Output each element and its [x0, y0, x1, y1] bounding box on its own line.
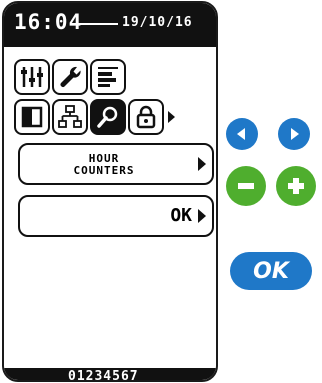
left-arrow-button[interactable]	[226, 118, 258, 150]
right-arrow-button[interactable]	[278, 118, 310, 150]
status-divider	[76, 23, 118, 25]
sliders-icon[interactable]	[14, 59, 50, 95]
lock-icon[interactable]	[128, 99, 164, 135]
search-icon[interactable]	[90, 99, 126, 135]
device-screen: 16:04 19/10/16 HOUR COUNTERS OK 01234567	[2, 1, 218, 382]
menu-item-ok[interactable]: OK	[18, 195, 214, 237]
panel-icon[interactable]	[14, 99, 50, 135]
plus-button[interactable]	[276, 166, 316, 206]
ok-button[interactable]: OK	[230, 252, 312, 290]
minus-button[interactable]	[226, 166, 266, 206]
chevron-right-icon	[198, 157, 206, 171]
network-icon[interactable]	[52, 99, 88, 135]
ok-label: OK	[170, 205, 192, 226]
menu-item-hour-counters[interactable]: HOUR COUNTERS	[18, 143, 214, 185]
serial-number: 01234567	[68, 369, 139, 382]
tasks-icon[interactable]	[90, 59, 126, 95]
footer-bar: 01234567	[4, 368, 216, 380]
next-arrow-icon	[168, 111, 175, 123]
time-display: 16:04	[14, 10, 83, 34]
menu-item-line2: COUNTERS	[73, 164, 135, 177]
date-display: 19/10/16	[122, 15, 193, 30]
wrench-icon[interactable]	[52, 59, 88, 95]
chevron-right-icon	[198, 209, 206, 223]
status-bar: 16:04 19/10/16	[4, 3, 216, 47]
